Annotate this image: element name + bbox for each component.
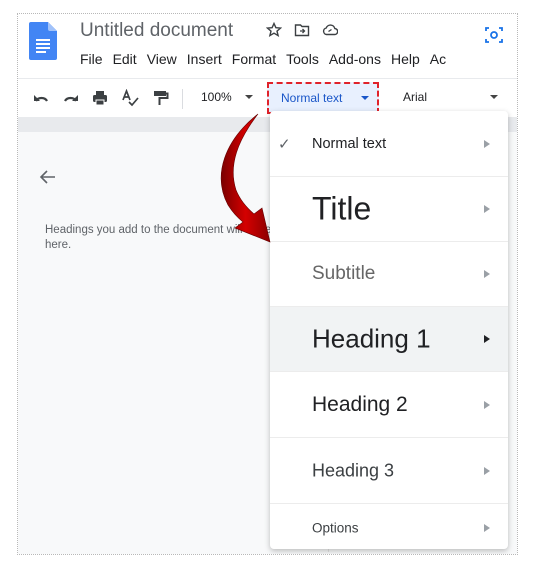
menu-item-label: Title bbox=[312, 190, 372, 227]
document-title[interactable]: Untitled document bbox=[80, 20, 233, 42]
menu-insert[interactable]: Insert bbox=[187, 51, 222, 67]
menu-item-heading-1[interactable]: Heading 1 bbox=[270, 307, 508, 372]
font-select[interactable]: Arial bbox=[403, 90, 427, 104]
zoom-caret-icon[interactable] bbox=[245, 95, 253, 99]
menu-item-label: Heading 3 bbox=[312, 460, 395, 480]
print-icon[interactable] bbox=[91, 89, 109, 107]
check-icon: ✓ bbox=[278, 135, 291, 153]
submenu-arrow-icon bbox=[484, 205, 490, 213]
docs-window: Untitled document File Edit View Insert … bbox=[17, 13, 518, 555]
spellcheck-icon[interactable] bbox=[121, 89, 139, 107]
menu-view[interactable]: View bbox=[147, 51, 177, 67]
undo-icon[interactable] bbox=[32, 89, 50, 107]
toolbar-separator bbox=[182, 89, 183, 109]
submenu-arrow-icon bbox=[484, 139, 490, 148]
menu-bar: File Edit View Insert Format Tools Add-o… bbox=[80, 51, 446, 67]
outline-empty-message: Headings you add to the document will ap… bbox=[45, 224, 282, 251]
menu-item-label: Normal text bbox=[312, 135, 387, 152]
menu-tools[interactable]: Tools bbox=[286, 51, 319, 67]
menu-item-heading-3[interactable]: Heading 3 bbox=[270, 438, 508, 504]
submenu-arrow-icon bbox=[484, 400, 490, 409]
menu-item-normal-text[interactable]: ✓ Normal text bbox=[270, 111, 508, 177]
paragraph-style-select[interactable]: Normal text bbox=[267, 82, 379, 114]
menu-add-ons[interactable]: Add-ons bbox=[329, 51, 381, 67]
redo-icon[interactable] bbox=[62, 89, 80, 107]
menu-item-label: Heading 1 bbox=[312, 323, 431, 354]
menu-format[interactable]: Format bbox=[232, 51, 276, 67]
submenu-arrow-icon bbox=[484, 523, 490, 532]
cloud-status-icon[interactable] bbox=[322, 22, 339, 38]
camera-scan-icon[interactable] bbox=[484, 25, 504, 45]
menu-item-options[interactable]: Options bbox=[270, 504, 508, 551]
paragraph-style-menu: ✓ Normal text Title Subtitle Heading 1 H… bbox=[270, 111, 508, 549]
google-docs-logo-icon[interactable] bbox=[29, 22, 57, 60]
submenu-arrow-icon bbox=[484, 335, 490, 343]
arrow-left-icon[interactable] bbox=[38, 167, 58, 187]
menu-item-heading-2[interactable]: Heading 2 bbox=[270, 372, 508, 438]
font-caret-icon[interactable] bbox=[490, 95, 498, 99]
move-to-folder-icon[interactable] bbox=[294, 22, 310, 38]
menu-item-label: Subtitle bbox=[312, 263, 376, 284]
paint-format-icon[interactable] bbox=[151, 89, 169, 107]
submenu-arrow-icon bbox=[484, 466, 490, 475]
menu-edit[interactable]: Edit bbox=[113, 51, 137, 67]
star-icon[interactable] bbox=[265, 21, 283, 38]
menu-file[interactable]: File bbox=[80, 51, 103, 67]
menu-item-subtitle[interactable]: Subtitle bbox=[270, 242, 508, 307]
menu-item-label: Options bbox=[312, 520, 359, 535]
paragraph-style-value: Normal text bbox=[281, 91, 343, 105]
menu-item-label: Heading 2 bbox=[312, 392, 408, 416]
submenu-arrow-icon bbox=[484, 270, 490, 278]
menu-help[interactable]: Help bbox=[391, 51, 420, 67]
chevron-down-icon bbox=[361, 96, 369, 100]
menu-item-title[interactable]: Title bbox=[270, 177, 508, 242]
zoom-select[interactable]: 100% bbox=[201, 90, 232, 104]
menu-accessibility[interactable]: Ac bbox=[430, 51, 446, 67]
